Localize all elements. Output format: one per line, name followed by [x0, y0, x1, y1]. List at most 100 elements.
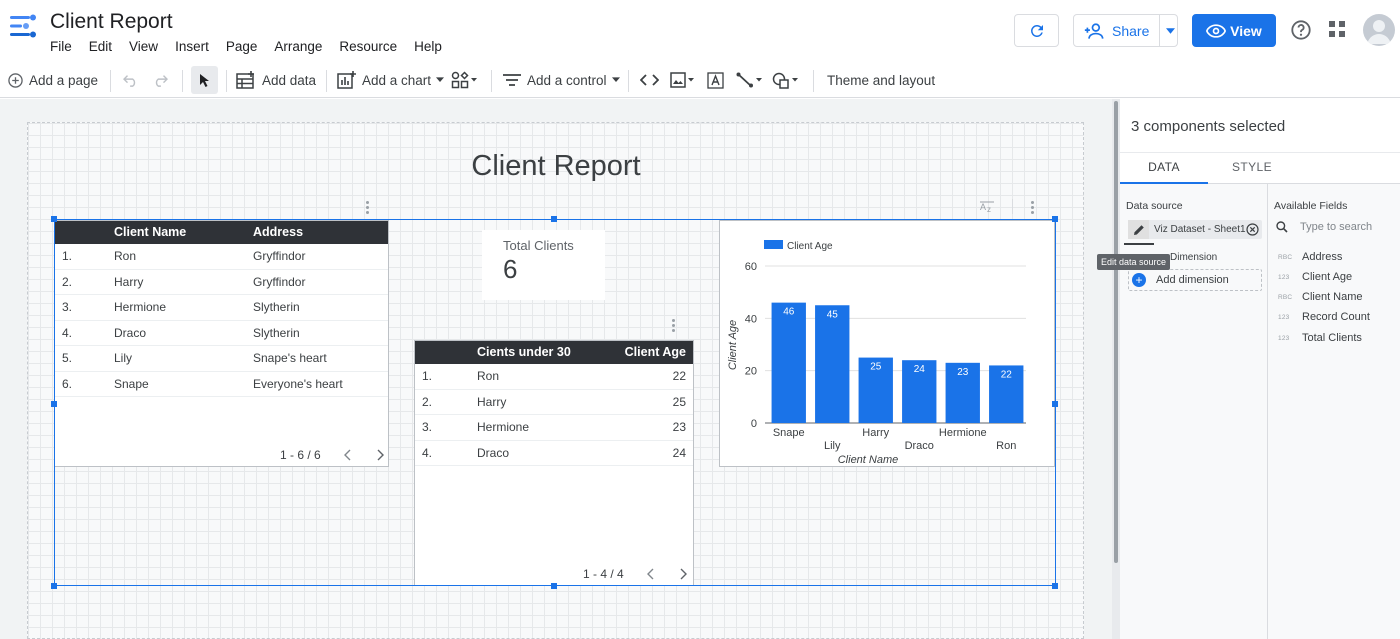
theme-and-layout-button[interactable]: Theme and layout — [827, 62, 935, 98]
dropdown-arrow-icon — [471, 78, 477, 82]
resize-handle[interactable] — [1052, 216, 1058, 222]
add-chart-label: Add a chart — [362, 72, 432, 88]
menu-edit[interactable]: Edit — [89, 39, 112, 54]
dropdown-arrow-icon — [611, 77, 620, 82]
redo-icon — [155, 75, 168, 87]
report-title[interactable]: Client Report — [0, 150, 1112, 183]
looker-studio-logo-icon[interactable] — [10, 14, 38, 38]
image-button[interactable] — [670, 62, 696, 98]
edit-data-source-button[interactable] — [1128, 220, 1149, 239]
editor-toolbar: Add a page Add data Add a chart Add a co… — [0, 62, 1400, 98]
add-dimension-button[interactable]: + Add dimension — [1128, 269, 1262, 291]
app-header: Client Report File Edit View Insert Page… — [0, 0, 1400, 62]
help-icon[interactable] — [1290, 19, 1312, 41]
sort-az-icon[interactable]: A z — [979, 200, 996, 214]
add-page-label: Add a page — [29, 72, 99, 88]
resize-handle[interactable] — [551, 216, 557, 222]
resize-handle[interactable] — [551, 583, 557, 589]
remove-data-source-icon[interactable] — [1246, 223, 1259, 236]
filter-icon — [503, 74, 521, 86]
eye-icon — [1206, 23, 1227, 38]
field-total-clients[interactable]: 123 Total Clients — [1278, 332, 1362, 344]
resize-handle[interactable] — [51, 583, 57, 589]
share-dropdown-icon[interactable] — [1166, 28, 1175, 34]
data-source-label: Data source — [1126, 200, 1183, 212]
report-name[interactable]: Client Report — [50, 10, 173, 34]
add-page-button[interactable]: Add a page — [8, 62, 98, 98]
select-tool-button[interactable] — [191, 66, 218, 94]
menu-insert[interactable]: Insert — [175, 39, 209, 54]
add-dimension-label: Add dimension — [1156, 274, 1229, 286]
svg-text:A: A — [980, 202, 986, 212]
resize-handle[interactable] — [51, 401, 57, 407]
menu-file[interactable]: File — [50, 39, 72, 54]
field-address[interactable]: RBC Address — [1278, 251, 1342, 263]
search-icon — [1276, 221, 1288, 233]
resize-handle[interactable] — [1052, 401, 1058, 407]
resize-handle[interactable] — [51, 216, 57, 222]
embed-url-button[interactable] — [640, 62, 659, 98]
data-source-name: Viz Dataset - Sheet1 — [1154, 224, 1246, 235]
tab-data[interactable]: DATA — [1120, 153, 1208, 184]
add-chart-button[interactable]: Add a chart — [337, 62, 447, 98]
share-button[interactable]: Share — [1073, 14, 1178, 47]
field-label: Client Name — [1302, 291, 1363, 303]
menu-help[interactable]: Help — [414, 39, 442, 54]
user-icon — [1367, 20, 1391, 44]
scrollbar-thumb[interactable] — [1114, 101, 1118, 563]
line-button[interactable] — [736, 62, 764, 98]
refresh-button[interactable] — [1014, 14, 1059, 47]
panel-tabs: DATA STYLE — [1120, 152, 1400, 184]
add-control-button[interactable]: Add a control — [503, 62, 623, 98]
avatar[interactable] — [1363, 14, 1395, 46]
properties-panel: 3 components selected DATA STYLE Data so… — [1120, 99, 1400, 639]
toolbar-divider — [628, 70, 629, 92]
add-data-button[interactable]: Add data — [236, 62, 316, 98]
dropdown-arrow-icon — [756, 78, 762, 82]
text-type-icon: RBC — [1278, 293, 1293, 301]
add-person-icon — [1084, 22, 1104, 39]
undo-button[interactable] — [122, 62, 140, 98]
more-options-icon[interactable] — [672, 319, 676, 334]
apps-grid-icon[interactable] — [1329, 21, 1346, 38]
tab-style[interactable]: STYLE — [1208, 153, 1296, 184]
toolbar-divider — [182, 70, 183, 92]
redo-button[interactable] — [151, 62, 169, 98]
more-options-icon[interactable] — [366, 201, 370, 216]
toolbar-divider — [326, 70, 327, 92]
search-input[interactable]: Type to search — [1300, 221, 1372, 233]
field-client-name[interactable]: RBC Client Name — [1278, 291, 1363, 303]
view-button[interactable]: View — [1192, 14, 1276, 47]
menu-view[interactable]: View — [129, 39, 158, 54]
field-label: Total Clients — [1302, 332, 1362, 344]
tooltip: Edit data source — [1097, 254, 1171, 270]
resize-handle[interactable] — [1052, 583, 1058, 589]
dimension-label: Dimension — [1170, 252, 1218, 263]
dropdown-arrow-icon — [792, 78, 798, 82]
add-control-label: Add a control — [527, 72, 607, 88]
share-divider — [1159, 15, 1160, 46]
number-type-icon: 123 — [1278, 313, 1290, 321]
data-source-chip[interactable]: Viz Dataset - Sheet1 — [1128, 220, 1262, 239]
community-visualizations-button[interactable] — [451, 62, 479, 98]
menu-resource[interactable]: Resource — [339, 39, 397, 54]
number-type-icon: 123 — [1278, 334, 1290, 342]
components-icon — [451, 71, 469, 89]
field-search[interactable]: Type to search — [1276, 221, 1372, 233]
menu-arrange[interactable]: Arrange — [274, 39, 322, 54]
field-record-count[interactable]: 123 Record Count — [1278, 311, 1370, 323]
field-client-age[interactable]: 123 Client Age — [1278, 271, 1352, 283]
menu-bar: File Edit View Insert Page Arrange Resou… — [50, 39, 459, 54]
shapes-icon — [772, 72, 789, 89]
panel-splitter[interactable] — [1112, 99, 1120, 639]
text-button[interactable] — [707, 62, 724, 98]
menu-page[interactable]: Page — [226, 39, 258, 54]
toolbar-divider — [491, 70, 492, 92]
more-options-icon[interactable] — [1031, 201, 1035, 216]
add-chart-icon — [337, 71, 356, 89]
add-data-label: Add data — [262, 72, 317, 88]
add-data-icon — [236, 71, 254, 89]
selection-bounding-box — [54, 219, 1056, 586]
shape-button[interactable] — [772, 62, 800, 98]
pencil-icon — [1133, 224, 1144, 235]
